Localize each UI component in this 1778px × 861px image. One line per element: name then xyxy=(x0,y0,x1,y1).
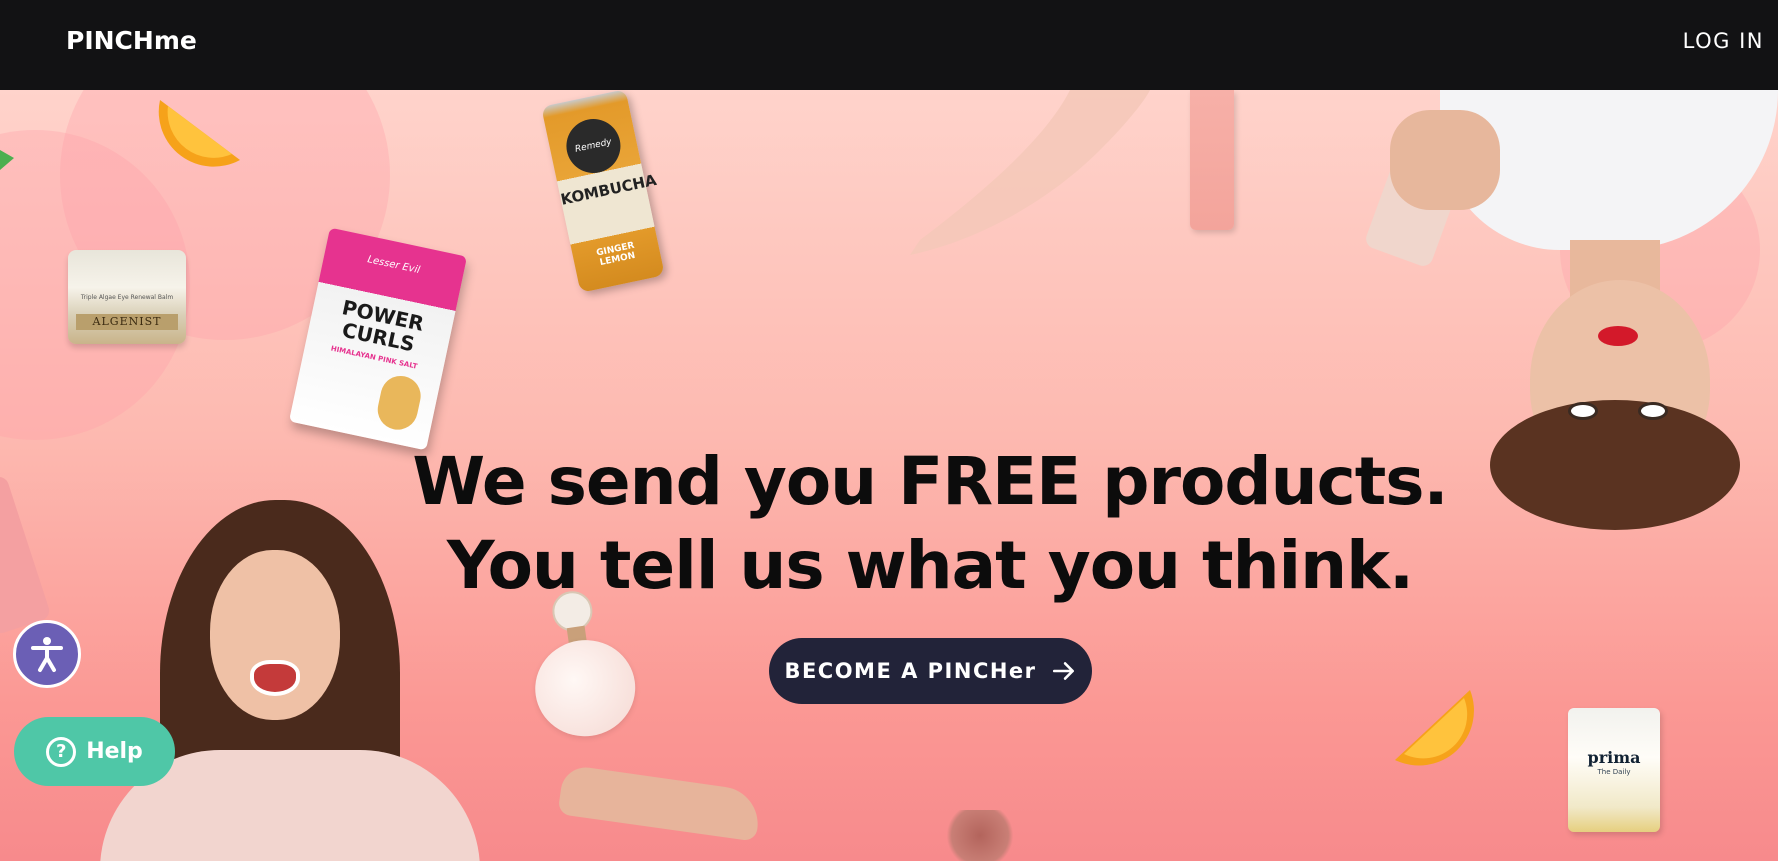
mouth xyxy=(250,660,300,696)
question-mark-icon: ? xyxy=(46,736,77,767)
snack-brand: Lesser Evil xyxy=(366,254,421,277)
accessibility-icon xyxy=(31,637,63,672)
blush-powder-image xyxy=(940,810,1020,861)
orange-slice-image xyxy=(158,100,240,167)
leaf-image xyxy=(0,150,14,170)
help-label: Help xyxy=(86,739,143,764)
hero-section: Triple Algae Eye Renewal Balm ALGENIST R… xyxy=(0,90,1778,861)
jar-desc: The Daily xyxy=(1597,768,1631,776)
kombucha-flavor: GINGER LEMON xyxy=(595,240,637,269)
lips xyxy=(1598,326,1638,346)
kombucha-can-image: Remedy KOMBUCHA GINGER LEMON xyxy=(541,90,665,293)
orange-slice-image xyxy=(1395,690,1474,766)
login-link[interactable]: LOG IN xyxy=(1683,29,1764,53)
prima-jar-image: prima The Daily xyxy=(1568,708,1660,832)
arrow-right-icon xyxy=(1052,662,1074,680)
cream-swatch-image xyxy=(910,90,1150,255)
top-navigation-bar: PINCHme LOG IN xyxy=(0,0,1778,90)
become-a-pincher-button[interactable]: BECOME A PINCHer xyxy=(769,638,1092,704)
cream-brand: ALGENIST xyxy=(76,314,178,330)
curls-image xyxy=(374,372,425,434)
living-proof-bottle-image xyxy=(1190,90,1234,230)
algenist-cream-jar-image: Triple Algae Eye Renewal Balm ALGENIST xyxy=(68,250,186,344)
perfume-body xyxy=(529,633,642,743)
eye-right xyxy=(1638,402,1668,420)
hand xyxy=(1390,110,1500,210)
excited-woman-image xyxy=(60,500,500,861)
kombucha-logo-icon: Remedy xyxy=(561,113,626,179)
perfume-bottle-image xyxy=(520,583,650,747)
help-button[interactable]: ? Help xyxy=(14,717,175,786)
eye-left xyxy=(1568,402,1598,420)
pinchme-logo[interactable]: PINCHme xyxy=(66,26,197,55)
accessibility-button[interactable] xyxy=(13,620,81,688)
kombucha-name: KOMBUCHA xyxy=(559,170,659,209)
open-hand-image xyxy=(557,764,763,842)
cream-desc: Triple Algae Eye Renewal Balm xyxy=(80,294,174,301)
jar-brand: prima xyxy=(1587,748,1641,767)
cta-label: BECOME A PINCHer xyxy=(784,659,1037,683)
